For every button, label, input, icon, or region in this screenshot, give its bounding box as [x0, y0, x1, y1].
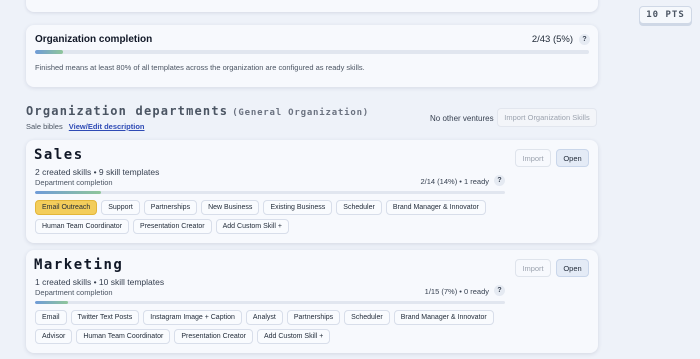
org-completion-count: 2/43 (5%)	[531, 34, 573, 45]
edit-description-link[interactable]: View/Edit description	[69, 122, 145, 131]
skill-chip[interactable]: Analyst	[245, 310, 283, 325]
department-completion-label: Department completion	[35, 288, 113, 297]
org-completion-title: Organization completion	[35, 34, 153, 45]
department-progress-bar	[35, 301, 505, 304]
skill-chip[interactable]: Partnerships	[143, 200, 198, 215]
no-ventures-text: No other ventures	[430, 114, 494, 123]
departments-subtitle: (General Organization)	[232, 108, 370, 118]
skill-chips: Email Outreach Support Partnerships New Bus…	[35, 200, 505, 234]
org-progress-fill	[35, 50, 63, 54]
add-custom-skill-button[interactable]: Add Custom Skill +	[256, 329, 331, 344]
skill-chip[interactable]: Email	[35, 310, 67, 325]
departments-title-text: Organization departments	[26, 104, 229, 118]
skill-chip[interactable]: Presentation Creator	[174, 329, 253, 344]
skill-chip[interactable]: Human Team Coordinator	[76, 329, 171, 344]
skill-chip[interactable]: Support	[101, 200, 140, 215]
department-card-marketing: Marketing 1 created skills • 10 skill te…	[26, 250, 598, 353]
skill-chip[interactable]: Brand Manager & Innovator	[393, 310, 494, 325]
import-organization-skills-button[interactable]: Import Organization Skills	[497, 108, 597, 127]
skill-chips: Email Twitter Text Posts Instagram Image +…	[35, 310, 505, 344]
open-button[interactable]: Open	[556, 149, 589, 167]
import-button[interactable]: Import	[515, 149, 551, 167]
skill-chip[interactable]: Scheduler	[344, 310, 390, 325]
help-icon[interactable]: ?	[579, 34, 590, 45]
department-progress-fill	[35, 301, 68, 304]
org-progress-bar	[35, 50, 589, 54]
import-button[interactable]: Import	[515, 259, 551, 277]
sale-bibles-label: Sale bibles	[26, 122, 63, 131]
department-progress-bar	[35, 191, 505, 194]
department-progress-fill	[35, 191, 101, 194]
skill-chip[interactable]: Advisor	[35, 329, 73, 344]
department-card-sales: Sales 2 created skills • 9 skill templat…	[26, 140, 598, 243]
points-badge: 10 PTS	[639, 6, 692, 24]
department-stats: 1 created skills • 10 skill templates	[35, 277, 165, 287]
sale-bibles-row: Sale bibles View/Edit description	[26, 122, 145, 131]
skill-chip[interactable]: Brand Manager & Innovator	[385, 200, 486, 215]
department-name: Marketing	[34, 257, 124, 273]
departments-title: Organization departments (General Organiz…	[26, 104, 369, 118]
org-completion-description: Finished means at least 80% of all templ…	[35, 63, 365, 72]
department-completion-label: Department completion	[35, 178, 113, 187]
skill-chip[interactable]: Twitter Text Posts	[70, 310, 140, 325]
add-custom-skill-button[interactable]: Add Custom Skill +	[215, 219, 289, 234]
department-stats: 2 created skills • 9 skill templates	[35, 167, 160, 177]
skill-chip[interactable]: Human Team Coordinator	[35, 219, 130, 234]
skill-chip[interactable]: Email Outreach	[35, 200, 98, 215]
skill-chip[interactable]: Partnerships	[286, 310, 341, 325]
previous-card	[26, 0, 598, 12]
department-completion-count: 1/15 (7%) • 0 ready	[424, 287, 489, 296]
org-completion-card: Organization completion 2/43 (5%) ? Fini…	[26, 25, 598, 87]
skill-chip[interactable]: Presentation Creator	[133, 219, 212, 234]
help-icon[interactable]: ?	[494, 285, 505, 296]
help-icon[interactable]: ?	[494, 175, 505, 186]
skill-chip[interactable]: Existing Business	[263, 200, 333, 215]
skill-chip[interactable]: Scheduler	[336, 200, 382, 215]
open-button[interactable]: Open	[556, 259, 589, 277]
skill-chip[interactable]: Instagram Image + Caption	[143, 310, 242, 325]
department-name: Sales	[34, 147, 84, 163]
department-completion-count: 2/14 (14%) • 1 ready	[420, 177, 490, 186]
skill-chip[interactable]: New Business	[201, 200, 260, 215]
